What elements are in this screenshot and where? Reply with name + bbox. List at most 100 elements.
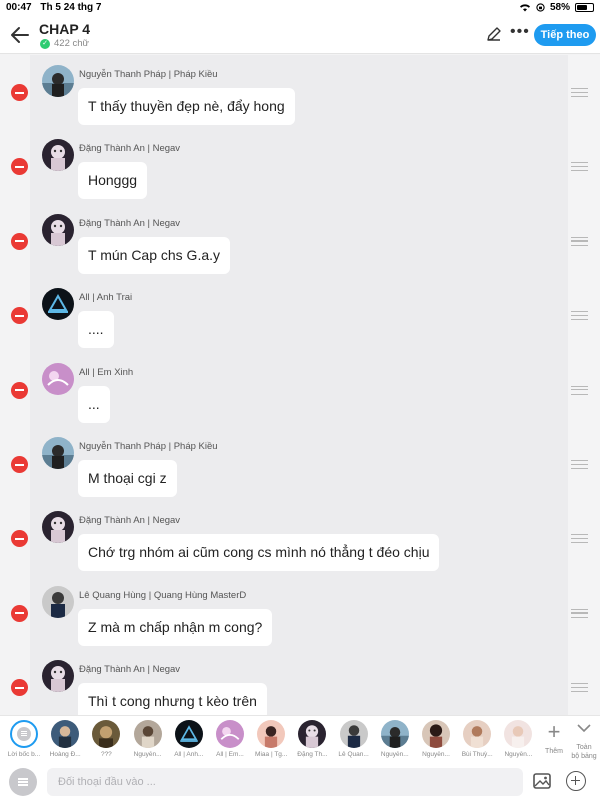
avatar: [42, 213, 74, 246]
drag-handle-icon[interactable]: [571, 385, 588, 395]
message-row[interactable]: Đặng Thành An | Negav Thì t cong nhưng t …: [0, 650, 600, 715]
character-chip[interactable]: Nguyễn...: [128, 720, 168, 764]
character-chip[interactable]: Lời bốc b...: [4, 720, 44, 764]
drag-handle-icon[interactable]: [571, 236, 588, 246]
character-chip[interactable]: Nguyễn...: [375, 720, 415, 764]
character-label: Nguyễn...: [133, 751, 162, 758]
message-bubble[interactable]: Thì t cong nhưng t kèo trên: [78, 683, 267, 715]
message-bubble[interactable]: Honggg: [78, 162, 148, 200]
message-row[interactable]: Nguyễn Thanh Pháp | Pháp Kiều T thấy thuy…: [0, 55, 600, 129]
avatar: [298, 720, 327, 748]
chevron-down-icon: [577, 724, 591, 733]
character-chip[interactable]: Nguyễn...: [498, 720, 538, 764]
word-count-text: 422 chữ: [54, 38, 89, 49]
delete-message-icon[interactable]: [11, 84, 28, 101]
sender-name: Nguyễn Thanh Pháp | Pháp Kiều: [79, 441, 218, 452]
character-chip[interactable]: Đặng Th...: [292, 720, 332, 764]
delete-message-icon[interactable]: [11, 604, 28, 622]
character-label: Miaa | Tg...: [255, 751, 288, 758]
avatar: [257, 720, 286, 748]
avatar: [92, 720, 121, 748]
message-bubble[interactable]: Z mà m chấp nhận m cong?: [78, 608, 273, 646]
avatar: [51, 720, 80, 748]
edit-pencil-icon[interactable]: [486, 26, 502, 42]
message-row[interactable]: Lê Quang Hùng | Quang Hùng MasterD Z mà m…: [0, 576, 600, 650]
character-chip[interactable]: Lê Quan...: [334, 720, 374, 764]
sender-name: Đặng Thành An | Negav: [79, 664, 181, 676]
add-character-button[interactable]: + Thêm: [540, 720, 568, 764]
message-bubble[interactable]: ....: [78, 311, 114, 349]
drag-handle-icon[interactable]: [571, 460, 588, 469]
image-icon[interactable]: [533, 773, 551, 789]
plus-icon: +: [547, 719, 561, 744]
avatar: [10, 720, 38, 748]
more-options-icon[interactable]: •••: [510, 24, 529, 42]
character-chip[interactable]: Hoàng Đ...: [45, 720, 85, 764]
delete-message-icon[interactable]: [11, 232, 28, 250]
input-bar: [0, 763, 600, 800]
avatar: [380, 720, 409, 748]
show-all-characters-button[interactable]: Toàn bộ bảng: [570, 720, 598, 764]
back-arrow-icon[interactable]: [8, 24, 32, 46]
delete-message-icon[interactable]: [11, 456, 28, 473]
character-chip[interactable]: All | Em...: [210, 720, 250, 764]
drag-handle-icon[interactable]: [571, 311, 588, 321]
drag-handle-icon[interactable]: [571, 534, 588, 544]
wifi-icon: [519, 4, 530, 12]
character-label: Nguyễn...: [422, 751, 450, 758]
add-content-icon[interactable]: [566, 771, 586, 791]
message-bubble[interactable]: T thấy thuyền đẹp nè, đẩy hong: [78, 88, 295, 125]
message-row[interactable]: Đặng Thành An | Negav Chớ trg nhóm ai cũm…: [0, 501, 600, 575]
message-row[interactable]: Nguyễn Thanh Pháp | Pháp Kiều M thoại cgi…: [0, 427, 600, 501]
chapter-header: CHAP 4 ✓ 422 chữ ••• Tiếp theo: [0, 16, 600, 54]
drag-handle-icon[interactable]: [571, 608, 588, 618]
dialogue-mode-icon[interactable]: [9, 768, 37, 796]
avatar: [42, 362, 74, 395]
next-chapter-button[interactable]: Tiếp theo: [534, 24, 596, 46]
delete-message-icon[interactable]: [11, 381, 28, 399]
sender-name: All | Anh Trai: [79, 292, 133, 304]
avatar: [42, 288, 74, 321]
delete-message-icon[interactable]: [11, 307, 28, 325]
message-bubble[interactable]: M thoại cgi z: [78, 460, 177, 497]
battery-percent: 58%: [549, 2, 570, 13]
chapter-title: CHAP 4: [39, 21, 91, 37]
message-bubble[interactable]: ...: [78, 385, 110, 423]
character-label: ???: [100, 751, 112, 758]
battery-icon: [575, 3, 594, 12]
avatar: [42, 139, 74, 172]
avatar: [42, 511, 74, 544]
drag-handle-icon[interactable]: [571, 88, 588, 97]
character-label: All | Em...: [216, 751, 244, 758]
avatar: [42, 437, 74, 469]
character-chip[interactable]: ???: [86, 720, 126, 764]
chat-area[interactable]: Nguyễn Thanh Pháp | Pháp Kiều T thấy thuy…: [0, 55, 600, 715]
delete-message-icon[interactable]: [11, 679, 28, 697]
message-row[interactable]: Đặng Thành An | Negav Honggg: [0, 129, 600, 203]
message-row[interactable]: All | Anh Trai....: [0, 278, 600, 352]
character-bar: Lời bốc b... Hoàng Đ...??? Nguyễn... All | …: [0, 715, 600, 763]
delete-message-icon[interactable]: [11, 158, 28, 176]
avatar: [42, 585, 74, 618]
character-label: Nguyễn...: [380, 751, 409, 758]
character-label: Bùi Thuỳ...: [461, 751, 493, 758]
message-row[interactable]: Đặng Thành An | Negav T mún Cap chs G.a.y: [0, 204, 600, 278]
drag-handle-icon[interactable]: [571, 162, 588, 172]
character-label: Lê Quan...: [338, 751, 369, 758]
character-label: Nguyễn...: [504, 751, 533, 758]
drag-handle-icon[interactable]: [571, 683, 588, 693]
character-chip[interactable]: Nguyễn...: [416, 720, 456, 764]
character-chip[interactable]: Miaa | Tg...: [251, 720, 291, 764]
avatar: [504, 720, 533, 748]
character-chip[interactable]: All | Anh...: [169, 720, 209, 764]
character-chip[interactable]: Bùi Thuỳ...: [457, 720, 497, 764]
delete-message-icon[interactable]: [11, 530, 28, 548]
status-bar: 00:47 Th 5 24 thg 7 58%: [0, 0, 600, 16]
avatar: [339, 720, 368, 748]
checkmark-icon: ✓: [40, 38, 50, 49]
word-count: ✓ 422 chữ: [40, 38, 89, 49]
message-bubble[interactable]: T mún Cap chs G.a.y: [78, 236, 231, 274]
dialogue-input[interactable]: [47, 768, 523, 796]
message-bubble[interactable]: Chớ trg nhóm ai cũm cong cs mình nó thẳn…: [78, 534, 440, 572]
message-row[interactable]: All | Em Xinh...: [0, 353, 600, 427]
